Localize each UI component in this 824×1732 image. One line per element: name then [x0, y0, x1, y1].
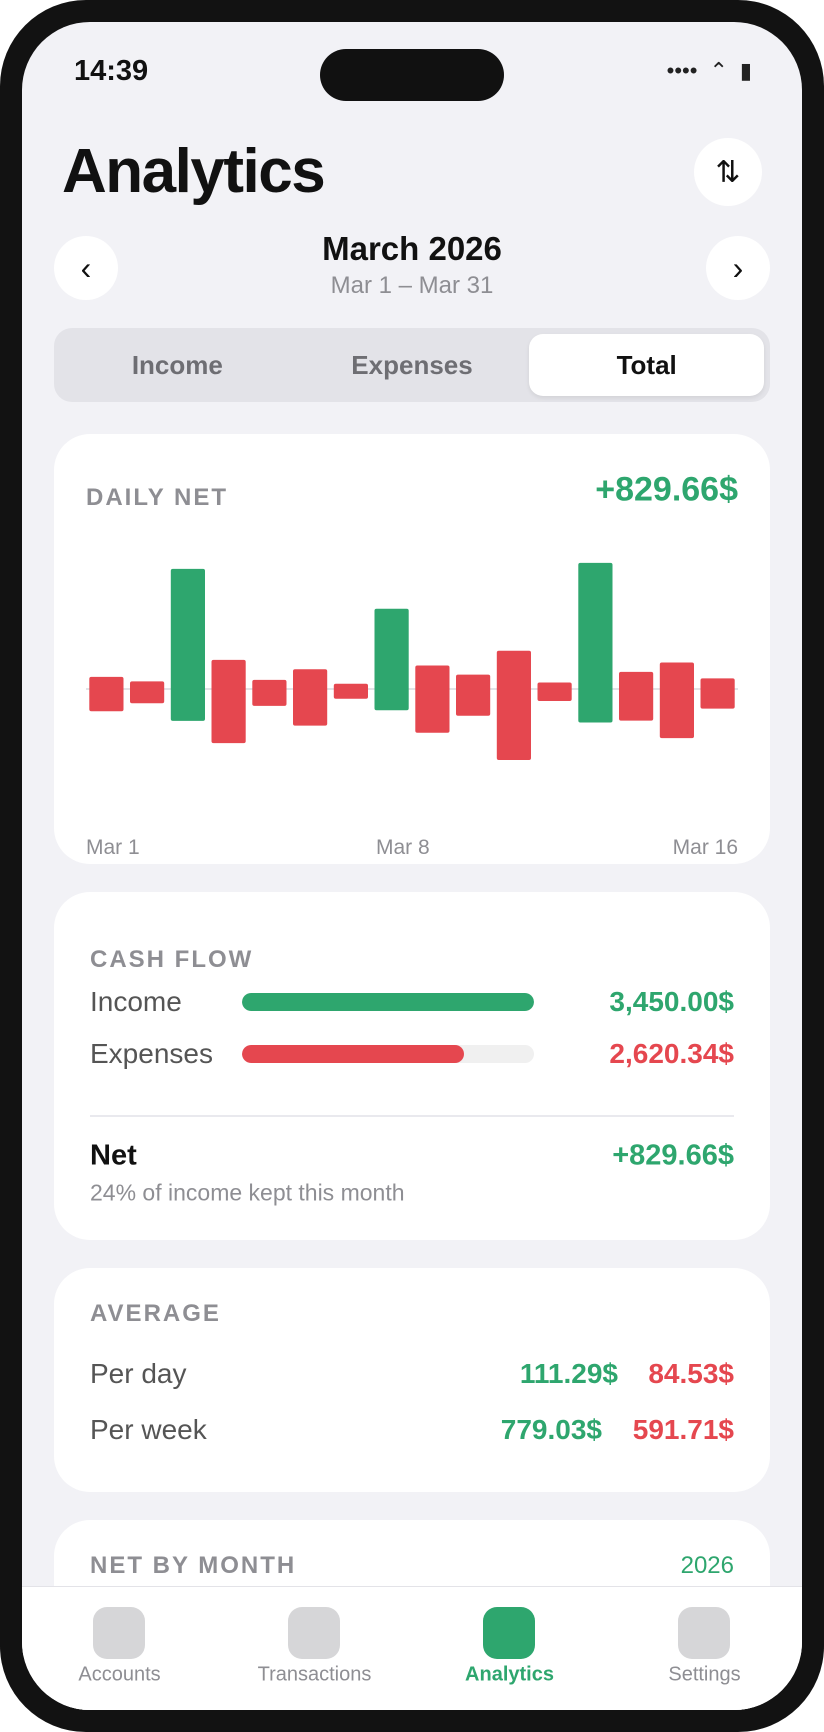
daily-net-bar[interactable] [619, 671, 654, 721]
x-tick-label: Mar 8 [376, 836, 430, 859]
device-frame: 14:39 •••• ⌃ ▮ Analytics ⇅ ‹ March 2026 … [0, 0, 824, 1732]
daily-net-bar[interactable] [659, 662, 694, 739]
year-selector[interactable]: 2026 [681, 1552, 734, 1580]
per-day-income: 111.29$ [519, 1358, 618, 1389]
expenses-bar-fill [242, 1045, 464, 1063]
daily-net-bar[interactable] [374, 608, 409, 711]
expenses-label: Expenses [90, 1038, 213, 1069]
screen: 14:39 •••• ⌃ ▮ Analytics ⇅ ‹ March 2026 … [22, 22, 802, 1710]
signal-icon: •••• [666, 58, 698, 83]
income-bar [242, 993, 534, 1011]
expenses-bar [242, 1045, 534, 1063]
daily-net-bar[interactable] [415, 665, 450, 733]
tab-label: Analytics [465, 1663, 554, 1686]
daily-net-bar[interactable] [496, 650, 531, 760]
next-month-button[interactable]: › [706, 236, 770, 300]
segment-income[interactable]: Income [60, 334, 295, 396]
page-title: Analytics [62, 137, 326, 206]
tab-bar: Accounts Transactions Analytics Settings [22, 1586, 802, 1710]
daily-net-bar[interactable] [211, 659, 246, 744]
battery-icon: ▮ [739, 58, 752, 83]
settings-icon [678, 1607, 730, 1659]
sort-arrows-icon: ⇅ [715, 155, 741, 189]
daily-net-bar[interactable] [537, 682, 572, 702]
net-by-month-label: NET BY MONTH [90, 1552, 297, 1579]
cash-flow-card: CASH FLOW Income 3,450.00$ Expenses 2,62… [54, 892, 770, 1240]
daily-net-bar[interactable] [578, 562, 613, 723]
tab-settings[interactable]: Settings [607, 1587, 802, 1710]
tab-label: Accounts [78, 1663, 161, 1686]
average-card: AVERAGE Per day 111.29$ 84.53$ Per week … [54, 1268, 770, 1492]
view-segmented-control: Income Expenses Total [54, 328, 770, 402]
daily-net-bar[interactable] [700, 678, 735, 709]
sort-button[interactable]: ⇅ [694, 138, 762, 206]
per-week-expense: 591.71$ [632, 1414, 734, 1445]
tab-accounts[interactable]: Accounts [22, 1587, 217, 1710]
status-time: 14:39 [74, 55, 149, 87]
x-tick-label: Mar 1 [86, 836, 140, 859]
daily-net-bar[interactable] [293, 669, 328, 726]
accounts-icon [93, 1607, 145, 1659]
daily-net-bar[interactable] [89, 676, 124, 712]
daily-net-bar[interactable] [170, 568, 205, 721]
chevron-right-icon: › [732, 249, 744, 286]
tab-label: Settings [668, 1663, 741, 1686]
cash-flow-label: CASH FLOW [90, 946, 254, 973]
net-note: 24% of income kept this month [90, 1179, 405, 1206]
analytics-icon [483, 1607, 535, 1659]
daily-net-bar[interactable] [456, 674, 491, 716]
transactions-icon [288, 1607, 340, 1659]
divider [90, 1115, 734, 1117]
daily-net-card: DAILY NET +829.66$ Mar 1 Mar 8 Mar 16 [54, 434, 770, 864]
month-range: Mar 1 – Mar 31 [330, 272, 494, 299]
segment-expenses[interactable]: Expenses [295, 334, 530, 396]
tab-transactions[interactable]: Transactions [217, 1587, 412, 1710]
status-icons: •••• ⌃ ▮ [667, 58, 752, 84]
net-value: +829.66$ [612, 1139, 734, 1172]
income-value: 3,450.00$ [609, 986, 734, 1017]
daily-net-chart [86, 562, 738, 760]
per-week-label: Per week [90, 1414, 207, 1445]
average-label: AVERAGE [90, 1300, 221, 1327]
net-label: Net [90, 1139, 137, 1172]
x-tick-label: Mar 16 [672, 836, 738, 859]
daily-net-bar[interactable] [333, 683, 368, 699]
per-day-label: Per day [90, 1358, 187, 1389]
tab-label: Transactions [257, 1663, 372, 1686]
per-week-income: 779.03$ [500, 1414, 602, 1445]
expenses-value: 2,620.34$ [609, 1038, 734, 1069]
income-label: Income [90, 986, 182, 1017]
per-day-expense: 84.53$ [648, 1358, 734, 1389]
daily-net-bar[interactable] [130, 681, 165, 704]
segment-total[interactable]: Total [529, 334, 765, 396]
dynamic-island [320, 49, 504, 101]
income-bar-fill [242, 993, 534, 1011]
month-title: March 2026 [322, 230, 502, 267]
tab-analytics[interactable]: Analytics [412, 1587, 607, 1710]
daily-net-bar[interactable] [252, 679, 287, 706]
wifi-icon: ⌃ [709, 58, 728, 83]
